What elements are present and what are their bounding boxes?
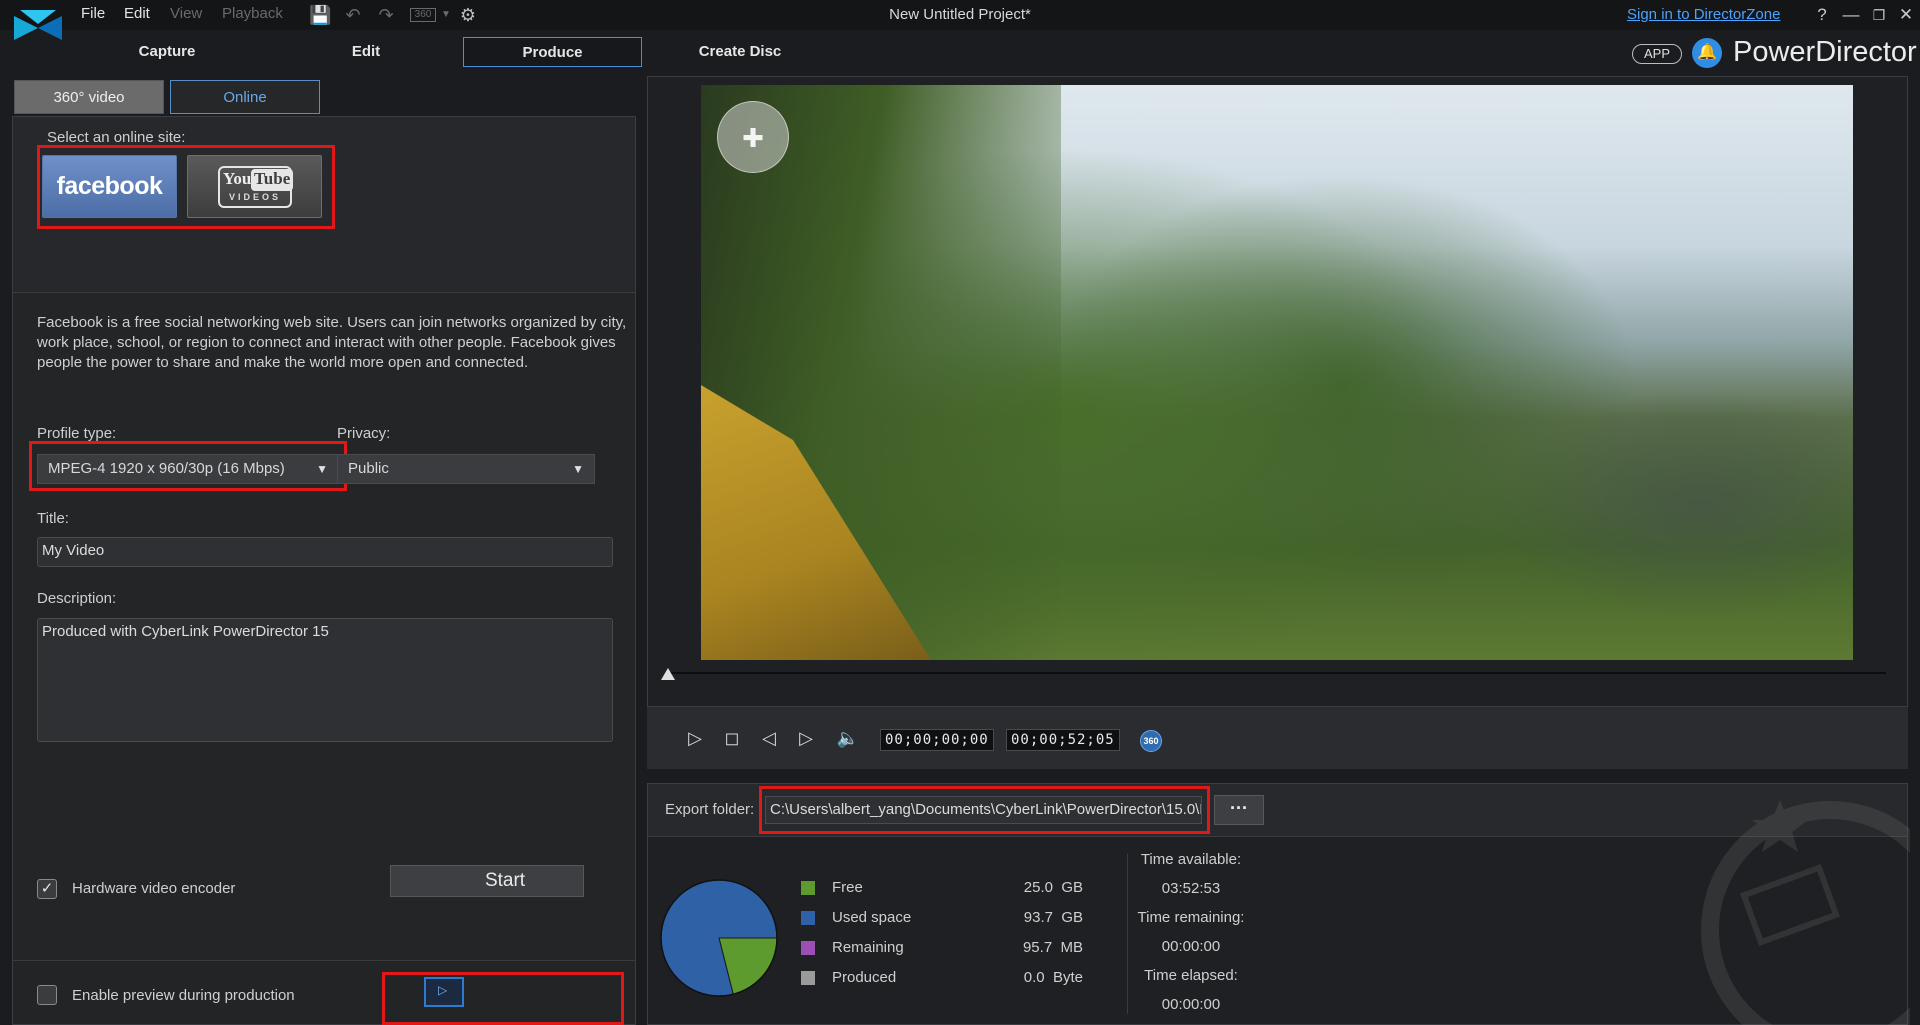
profile-type-value: MPEG-4 1920 x 960/30p (16 Mbps) xyxy=(48,460,285,477)
tab-capture[interactable]: Capture xyxy=(97,37,237,67)
tab-edit[interactable]: Edit xyxy=(296,37,436,67)
time-available-value: 03:52:53 xyxy=(1161,880,1221,897)
tab-360-video[interactable]: 360° video xyxy=(14,80,164,114)
redo-icon[interactable]: ↷ xyxy=(375,4,397,26)
save-icon[interactable]: 💾 xyxy=(309,4,331,26)
disk-usage-pie-chart xyxy=(660,879,778,997)
facebook-label: facebook xyxy=(56,172,163,200)
youtube-videos: VIDEOS xyxy=(228,192,281,202)
undo-icon[interactable]: ↶ xyxy=(342,4,364,26)
facebook-button[interactable]: facebook xyxy=(42,155,177,218)
start-label: Start xyxy=(484,870,526,891)
site-selection-area: Select an online site: facebook You Tube… xyxy=(13,117,635,293)
time-elapsed-value: 00:00:00 xyxy=(1161,996,1221,1013)
current-timecode: 00;00;00;00 xyxy=(880,729,994,751)
youtube-tube: Tube xyxy=(251,169,294,191)
legend-value: 93.7 GB xyxy=(1023,909,1083,926)
youtube-you: You xyxy=(223,169,252,188)
hardware-encoder-checkbox[interactable]: ✓ xyxy=(37,879,57,899)
time-remaining-label: Time remaining: xyxy=(1137,909,1245,926)
export-folder-label: Export folder: xyxy=(665,801,755,818)
time-remaining-value: 00:00:00 xyxy=(1161,938,1221,955)
volume-icon[interactable]: 🔈 xyxy=(836,726,860,750)
produce-film-icon: ▷ xyxy=(424,977,464,1007)
profile-type-label: Profile type: xyxy=(37,425,117,442)
video-preview[interactable] xyxy=(701,85,1853,660)
legend-label: Remaining xyxy=(832,939,904,956)
dropdown-arrow-icon: ▼ xyxy=(316,462,328,476)
tab-online[interactable]: Online xyxy=(170,80,320,114)
sign-in-link[interactable]: Sign in to DirectorZone xyxy=(1627,6,1780,23)
enable-preview-label: Enable preview during production xyxy=(72,987,295,1004)
help-button[interactable]: ? xyxy=(1809,3,1835,27)
export-folder-input[interactable]: C:\Users\albert_yang\Documents\CyberLink… xyxy=(765,796,1202,824)
tab-create-disc[interactable]: Create Disc xyxy=(670,37,810,67)
timeline-slider[interactable] xyxy=(666,672,1886,674)
profile-type-select[interactable]: MPEG-4 1920 x 960/30p (16 Mbps) ▼ xyxy=(37,454,339,484)
privacy-value: Public xyxy=(348,460,389,477)
restore-icon[interactable]: ❐ xyxy=(1866,3,1892,27)
legend-value: 95.7 MB xyxy=(1022,939,1083,956)
title-input[interactable]: My Video xyxy=(37,537,613,567)
menu-view[interactable]: View xyxy=(170,5,202,22)
minimize-icon[interactable]: — xyxy=(1838,3,1864,27)
settings-gear-icon[interactable]: ⚙ xyxy=(457,4,479,26)
menu-file[interactable]: File xyxy=(81,5,105,22)
legend-label: Free xyxy=(832,879,863,896)
title-label: Title: xyxy=(37,510,69,527)
browse-folder-button[interactable]: ··· xyxy=(1214,795,1264,825)
site-description: Facebook is a free social networking web… xyxy=(37,314,627,371)
timeline-thumb[interactable] xyxy=(661,668,675,680)
notification-bell-icon[interactable]: 🔔 xyxy=(1692,38,1722,68)
youtube-logo: You Tube VIDEOS xyxy=(218,166,294,208)
dropdown-arrow-icon: ▼ xyxy=(572,462,584,476)
select-site-label: Select an online site: xyxy=(47,129,186,146)
enable-preview-checkbox[interactable] xyxy=(37,985,57,1005)
legend-swatch xyxy=(801,941,815,955)
legend-swatch xyxy=(801,911,815,925)
privacy-select[interactable]: Public ▼ xyxy=(337,454,595,484)
play-icon[interactable]: ▷ xyxy=(683,726,707,750)
legend-swatch xyxy=(801,971,815,985)
brand-name: PowerDirector xyxy=(1733,36,1917,68)
360-view-icon[interactable]: 360 xyxy=(1140,730,1162,752)
film-reel-watermark-icon xyxy=(1701,800,1910,1025)
hardware-encoder-label: Hardware video encoder xyxy=(72,880,236,897)
start-button[interactable]: Start xyxy=(390,865,584,897)
stop-icon[interactable]: ◻ xyxy=(720,726,744,750)
privacy-label: Privacy: xyxy=(337,425,391,442)
highlight-box xyxy=(382,972,624,1025)
legend-label: Produced xyxy=(832,969,897,986)
360-mode-icon[interactable]: 360 xyxy=(410,8,436,22)
legend-value: 0.0 Byte xyxy=(1023,969,1083,986)
close-icon[interactable]: ✕ xyxy=(1893,3,1919,27)
menu-edit[interactable]: Edit xyxy=(124,5,150,22)
time-available-label: Time available: xyxy=(1140,851,1242,868)
app-badge[interactable]: APP xyxy=(1632,44,1682,64)
360-navigation-control[interactable]: ✚ xyxy=(717,101,789,173)
legend-label: Used space xyxy=(832,909,912,926)
menu-playback[interactable]: Playback xyxy=(222,5,283,22)
legend-swatch xyxy=(801,881,815,895)
time-elapsed-label: Time elapsed: xyxy=(1144,967,1238,984)
tab-produce[interactable]: Produce xyxy=(463,37,642,67)
next-frame-icon[interactable]: ▷ xyxy=(794,726,818,750)
youtube-button[interactable]: You Tube VIDEOS xyxy=(187,155,322,218)
powerdirector-logo xyxy=(14,10,62,40)
description-label: Description: xyxy=(37,590,117,607)
description-textarea[interactable]: Produced with CyberLink PowerDirector 15 xyxy=(37,618,613,742)
previous-frame-icon[interactable]: ◁ xyxy=(757,726,781,750)
total-timecode: 00;00;52;05 xyxy=(1006,729,1120,751)
legend-value: 25.0 GB xyxy=(1023,879,1083,896)
divider xyxy=(1127,854,1128,1014)
chevron-down-icon[interactable]: ▼ xyxy=(435,4,457,26)
